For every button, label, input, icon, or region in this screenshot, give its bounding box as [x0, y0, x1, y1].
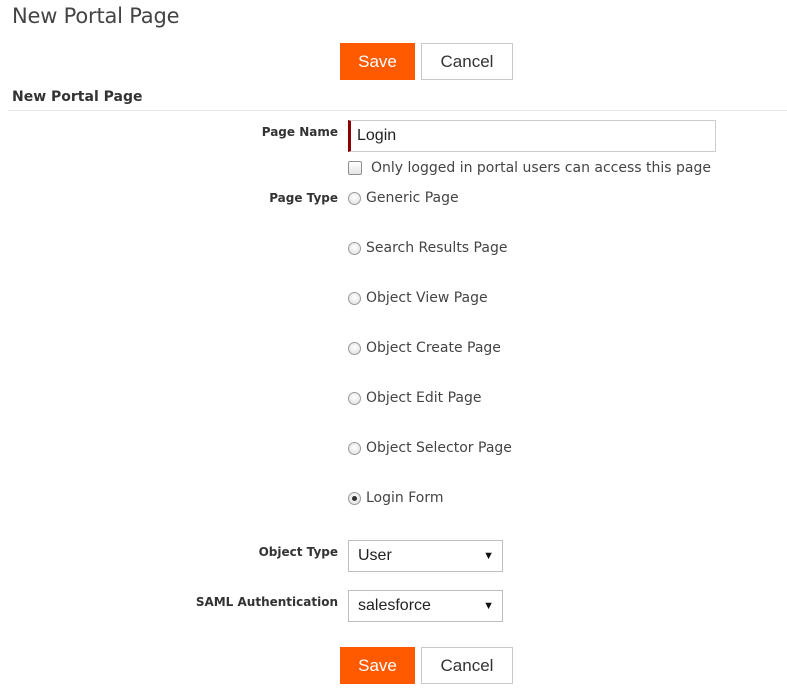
- radio-unselected-icon[interactable]: [348, 241, 361, 255]
- chevron-down-icon: ▼: [483, 550, 494, 562]
- radio-label: Object View Page: [366, 290, 488, 306]
- radio-login-form[interactable]: Login Form: [348, 490, 444, 506]
- radio-label: Search Results Page: [366, 240, 508, 256]
- radio-generic-page[interactable]: Generic Page: [348, 190, 459, 206]
- radio-selected-icon[interactable]: [348, 491, 361, 505]
- radio-unselected-icon[interactable]: [348, 341, 361, 355]
- saml-authentication-label: SAML Authentication: [195, 595, 338, 609]
- page-title: New Portal Page: [12, 4, 180, 28]
- radio-label: Login Form: [366, 490, 444, 506]
- section-divider: [8, 110, 787, 111]
- login-only-checkbox-row[interactable]: Only logged in portal users can access t…: [348, 160, 711, 176]
- chevron-down-icon: ▼: [483, 600, 494, 612]
- saml-authentication-select[interactable]: salesforce ▼: [348, 590, 503, 622]
- page-name-label: Page Name: [261, 125, 338, 139]
- radio-label: Generic Page: [366, 190, 459, 206]
- object-type-select[interactable]: User ▼: [348, 540, 503, 572]
- radio-unselected-icon[interactable]: [348, 291, 361, 305]
- login-only-checkbox[interactable]: [348, 161, 362, 175]
- radio-object-create-page[interactable]: Object Create Page: [348, 340, 501, 356]
- cancel-button-top[interactable]: Cancel: [421, 43, 513, 80]
- section-header: New Portal Page: [12, 89, 143, 105]
- radio-search-results-page[interactable]: Search Results Page: [348, 240, 507, 256]
- radio-label: Object Create Page: [366, 340, 501, 356]
- radio-dot: [352, 495, 357, 501]
- radio-unselected-icon[interactable]: [348, 191, 361, 205]
- page-type-label: Page Type: [269, 191, 338, 205]
- radio-label: Object Selector Page: [366, 440, 512, 456]
- object-type-value: User: [358, 547, 392, 564]
- radio-object-view-page[interactable]: Object View Page: [348, 290, 488, 306]
- radio-object-edit-page[interactable]: Object Edit Page: [348, 390, 482, 406]
- radio-unselected-icon[interactable]: [348, 391, 361, 405]
- radio-label: Object Edit Page: [366, 390, 482, 406]
- save-button-top[interactable]: Save: [340, 43, 415, 80]
- login-only-label: Only logged in portal users can access t…: [371, 160, 711, 176]
- save-button-bottom[interactable]: Save: [340, 647, 415, 684]
- cancel-button-bottom[interactable]: Cancel: [421, 647, 513, 684]
- page-name-input[interactable]: [348, 120, 716, 152]
- saml-authentication-value: salesforce: [358, 597, 431, 614]
- radio-object-selector-page[interactable]: Object Selector Page: [348, 440, 512, 456]
- radio-unselected-icon[interactable]: [348, 441, 361, 455]
- bottom-button-bar: Save Cancel: [340, 647, 513, 684]
- object-type-label: Object Type: [258, 545, 338, 559]
- top-button-bar: Save Cancel: [340, 43, 513, 80]
